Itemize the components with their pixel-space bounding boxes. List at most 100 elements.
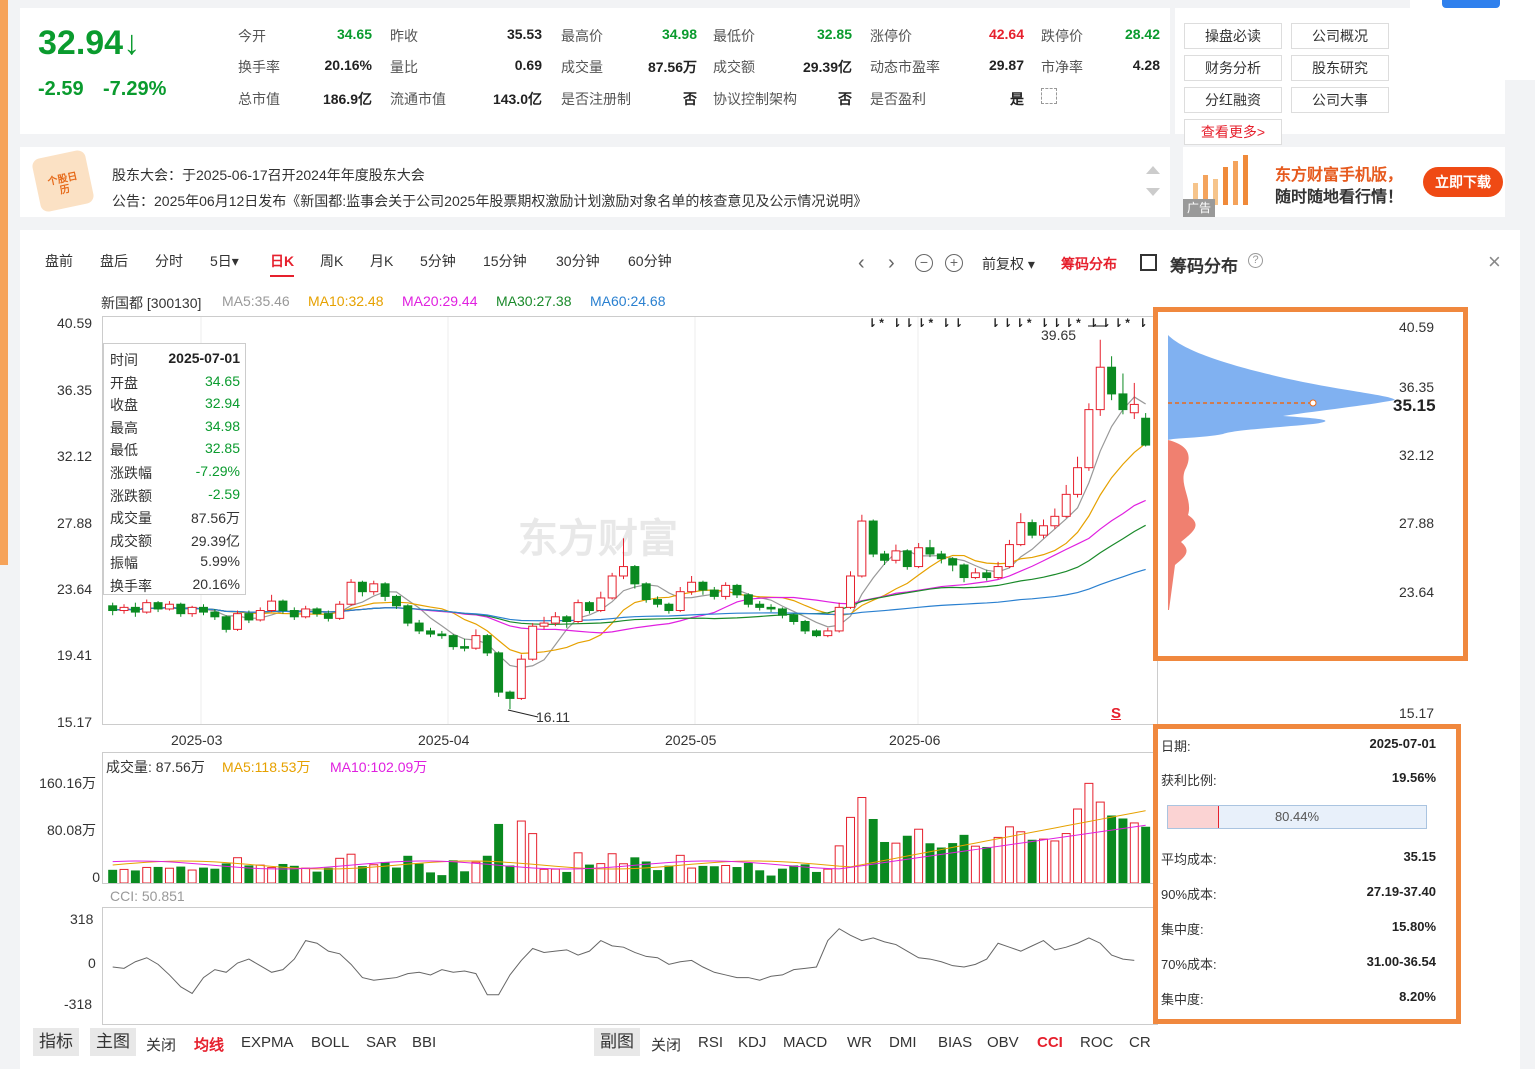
quick-link-button[interactable]: 财务分析 xyxy=(1184,55,1282,81)
chart-tab[interactable]: 5日▾ xyxy=(210,251,239,271)
event-marker[interactable]: * xyxy=(1076,316,1081,330)
chart-tab[interactable]: 15分钟 xyxy=(483,251,527,271)
sub-indicator-option[interactable]: KDJ xyxy=(738,1034,766,1051)
chart-tab[interactable]: 盘前 xyxy=(45,251,73,271)
event-marker[interactable]: ⇂ xyxy=(1015,316,1025,330)
sub-indicator-option[interactable]: MACD xyxy=(783,1034,827,1051)
quick-link-button[interactable]: 操盘必读 xyxy=(1184,23,1282,49)
chart-tab[interactable]: 60分钟 xyxy=(628,251,672,271)
candle-body xyxy=(267,600,277,612)
event-marker[interactable]: ⇂ xyxy=(990,316,1000,330)
tooltip-row: 时间 2025-07-01 xyxy=(110,350,240,370)
price-tick: 23.64 xyxy=(57,581,93,598)
main-indicator-option[interactable]: 关闭 xyxy=(146,1034,176,1055)
zoom-in-icon[interactable]: + xyxy=(945,254,963,272)
date-tick: 2025-04 xyxy=(418,732,470,748)
candle-body xyxy=(357,581,367,593)
quick-link-button[interactable]: 股东研究 xyxy=(1291,55,1389,81)
event-marker[interactable]: ⇂ xyxy=(953,316,963,330)
event-marker[interactable]: * xyxy=(929,316,934,330)
chart-tab[interactable]: 盘后 xyxy=(100,251,128,271)
ma30-legend: MA30:27.38 xyxy=(496,293,572,309)
volume-bar xyxy=(777,868,787,883)
chart-tab[interactable]: 分时 xyxy=(155,251,183,271)
price-tick: 27.88 xyxy=(57,514,93,531)
chip-distribution-toggle[interactable]: 筹码分布 xyxy=(1061,254,1117,274)
sub-indicator-option[interactable]: CR xyxy=(1129,1034,1151,1051)
event-marker[interactable]: ⇂ xyxy=(867,316,877,330)
prev-icon[interactable]: ‹ xyxy=(858,252,865,275)
main-indicator-option[interactable]: SAR xyxy=(366,1034,397,1051)
volume-bar xyxy=(993,836,1003,883)
tooltip-row: 最低 32.85 xyxy=(110,440,240,460)
event-marker[interactable]: ⇂ xyxy=(1138,316,1148,330)
event-marker[interactable]: ⇂ xyxy=(1113,316,1123,330)
chart-tab[interactable]: 5分钟 xyxy=(420,251,456,271)
sub-indicator-option[interactable]: DMI xyxy=(889,1034,917,1051)
close-icon[interactable]: × xyxy=(1488,249,1501,275)
candle-body xyxy=(732,584,742,596)
chart-tab[interactable]: 月K xyxy=(370,251,393,271)
next-icon[interactable]: › xyxy=(888,252,895,275)
event-marker[interactable]: ⇂ xyxy=(916,316,926,330)
chart-tab[interactable]: 日K xyxy=(270,251,295,277)
sub-indicator-option[interactable]: OBV xyxy=(987,1034,1019,1051)
tooltip-key: 最高 xyxy=(110,419,138,436)
main-indicator-option[interactable]: BOLL xyxy=(311,1034,349,1051)
candle-body xyxy=(1004,544,1014,568)
adjust-select[interactable]: 前复权 ▾ xyxy=(982,254,1035,274)
volume-bar xyxy=(709,866,719,883)
chart-tab[interactable]: 周K xyxy=(320,251,343,271)
main-indicator-option[interactable]: 均线 xyxy=(194,1034,224,1055)
candle-body xyxy=(312,608,322,615)
event-marker[interactable]: * xyxy=(879,316,884,330)
quick-link-button[interactable]: 公司大事 xyxy=(1291,87,1389,113)
scroll-up-icon[interactable] xyxy=(1146,166,1160,174)
event-marker[interactable]: ⇂ xyxy=(941,316,951,330)
tooltip-key: 振幅 xyxy=(110,555,138,572)
event-marker[interactable]: ⇂ xyxy=(904,316,914,330)
ad-banner[interactable]: 广告 东方财富手机版， 随时随地看行情！ 立即下载 xyxy=(1183,147,1505,217)
quick-link-button[interactable]: 查看更多> xyxy=(1184,119,1282,145)
volume-bar xyxy=(959,834,969,883)
main-indicator-option[interactable]: BBI xyxy=(412,1034,436,1051)
kline-chart[interactable]: 东方财富 ⇂*⇂⇂⇂*⇂⇂⇂⇂⇂*⇂⇂⇂*⇂⇂⇂*⇂⇂ xyxy=(102,316,1158,725)
calendar-icon[interactable]: 个股日历 xyxy=(30,148,96,214)
chip-tick: 15.17 xyxy=(1399,705,1435,721)
sub-indicator-option[interactable]: ROC xyxy=(1080,1034,1113,1051)
candle-body xyxy=(403,605,413,624)
scroll-down-icon[interactable] xyxy=(1146,188,1160,196)
quick-link-button[interactable]: 分红融资 xyxy=(1184,87,1282,113)
zoom-out-icon[interactable]: − xyxy=(915,254,933,272)
ad-download-button[interactable]: 立即下载 xyxy=(1423,167,1503,197)
event-marker[interactable]: * xyxy=(1125,316,1130,330)
candle-body xyxy=(289,610,299,618)
main-indicator-option[interactable]: EXPMA xyxy=(241,1034,294,1051)
cci-chart[interactable] xyxy=(102,907,1158,1025)
event-marker[interactable]: ⇂ xyxy=(1088,316,1098,330)
notice-announcement[interactable]: 公告：2025年06月12日发布《新国都:监事会关于公司2025年股票期权激励计… xyxy=(112,191,867,211)
event-marker[interactable]: ⇂ xyxy=(892,316,902,330)
expand-icon[interactable] xyxy=(1041,88,1057,104)
help-icon[interactable]: ? xyxy=(1248,253,1263,268)
volume-bar xyxy=(460,871,470,883)
sub-indicator-option[interactable]: WR xyxy=(847,1034,872,1051)
top-right-button[interactable] xyxy=(1442,0,1500,8)
volume-bar xyxy=(970,845,980,883)
event-marker[interactable]: * xyxy=(1027,316,1032,330)
tooltip-key: 涨跌幅 xyxy=(110,465,152,481)
candle-body xyxy=(505,691,515,699)
candle-body xyxy=(755,603,765,608)
quick-link-button[interactable]: 公司概况 xyxy=(1291,23,1389,49)
sub-indicator-option[interactable]: CCI xyxy=(1037,1034,1063,1051)
chart-tab[interactable]: 30分钟 xyxy=(556,251,600,271)
event-marker[interactable]: ⇂ xyxy=(1101,316,1111,330)
fullscreen-icon[interactable] xyxy=(1140,254,1157,271)
sub-indicator-option[interactable]: 关闭 xyxy=(651,1034,681,1055)
sub-indicator-option[interactable]: BIAS xyxy=(938,1034,972,1051)
candle-body xyxy=(1027,522,1037,536)
event-marker[interactable]: ⇂ xyxy=(1002,316,1012,330)
sub-indicator-option[interactable]: RSI xyxy=(698,1034,723,1051)
notice-meeting[interactable]: 股东大会：于2025-06-17召开2024年年度股东大会 xyxy=(112,165,425,185)
volume-bar xyxy=(1061,833,1071,883)
